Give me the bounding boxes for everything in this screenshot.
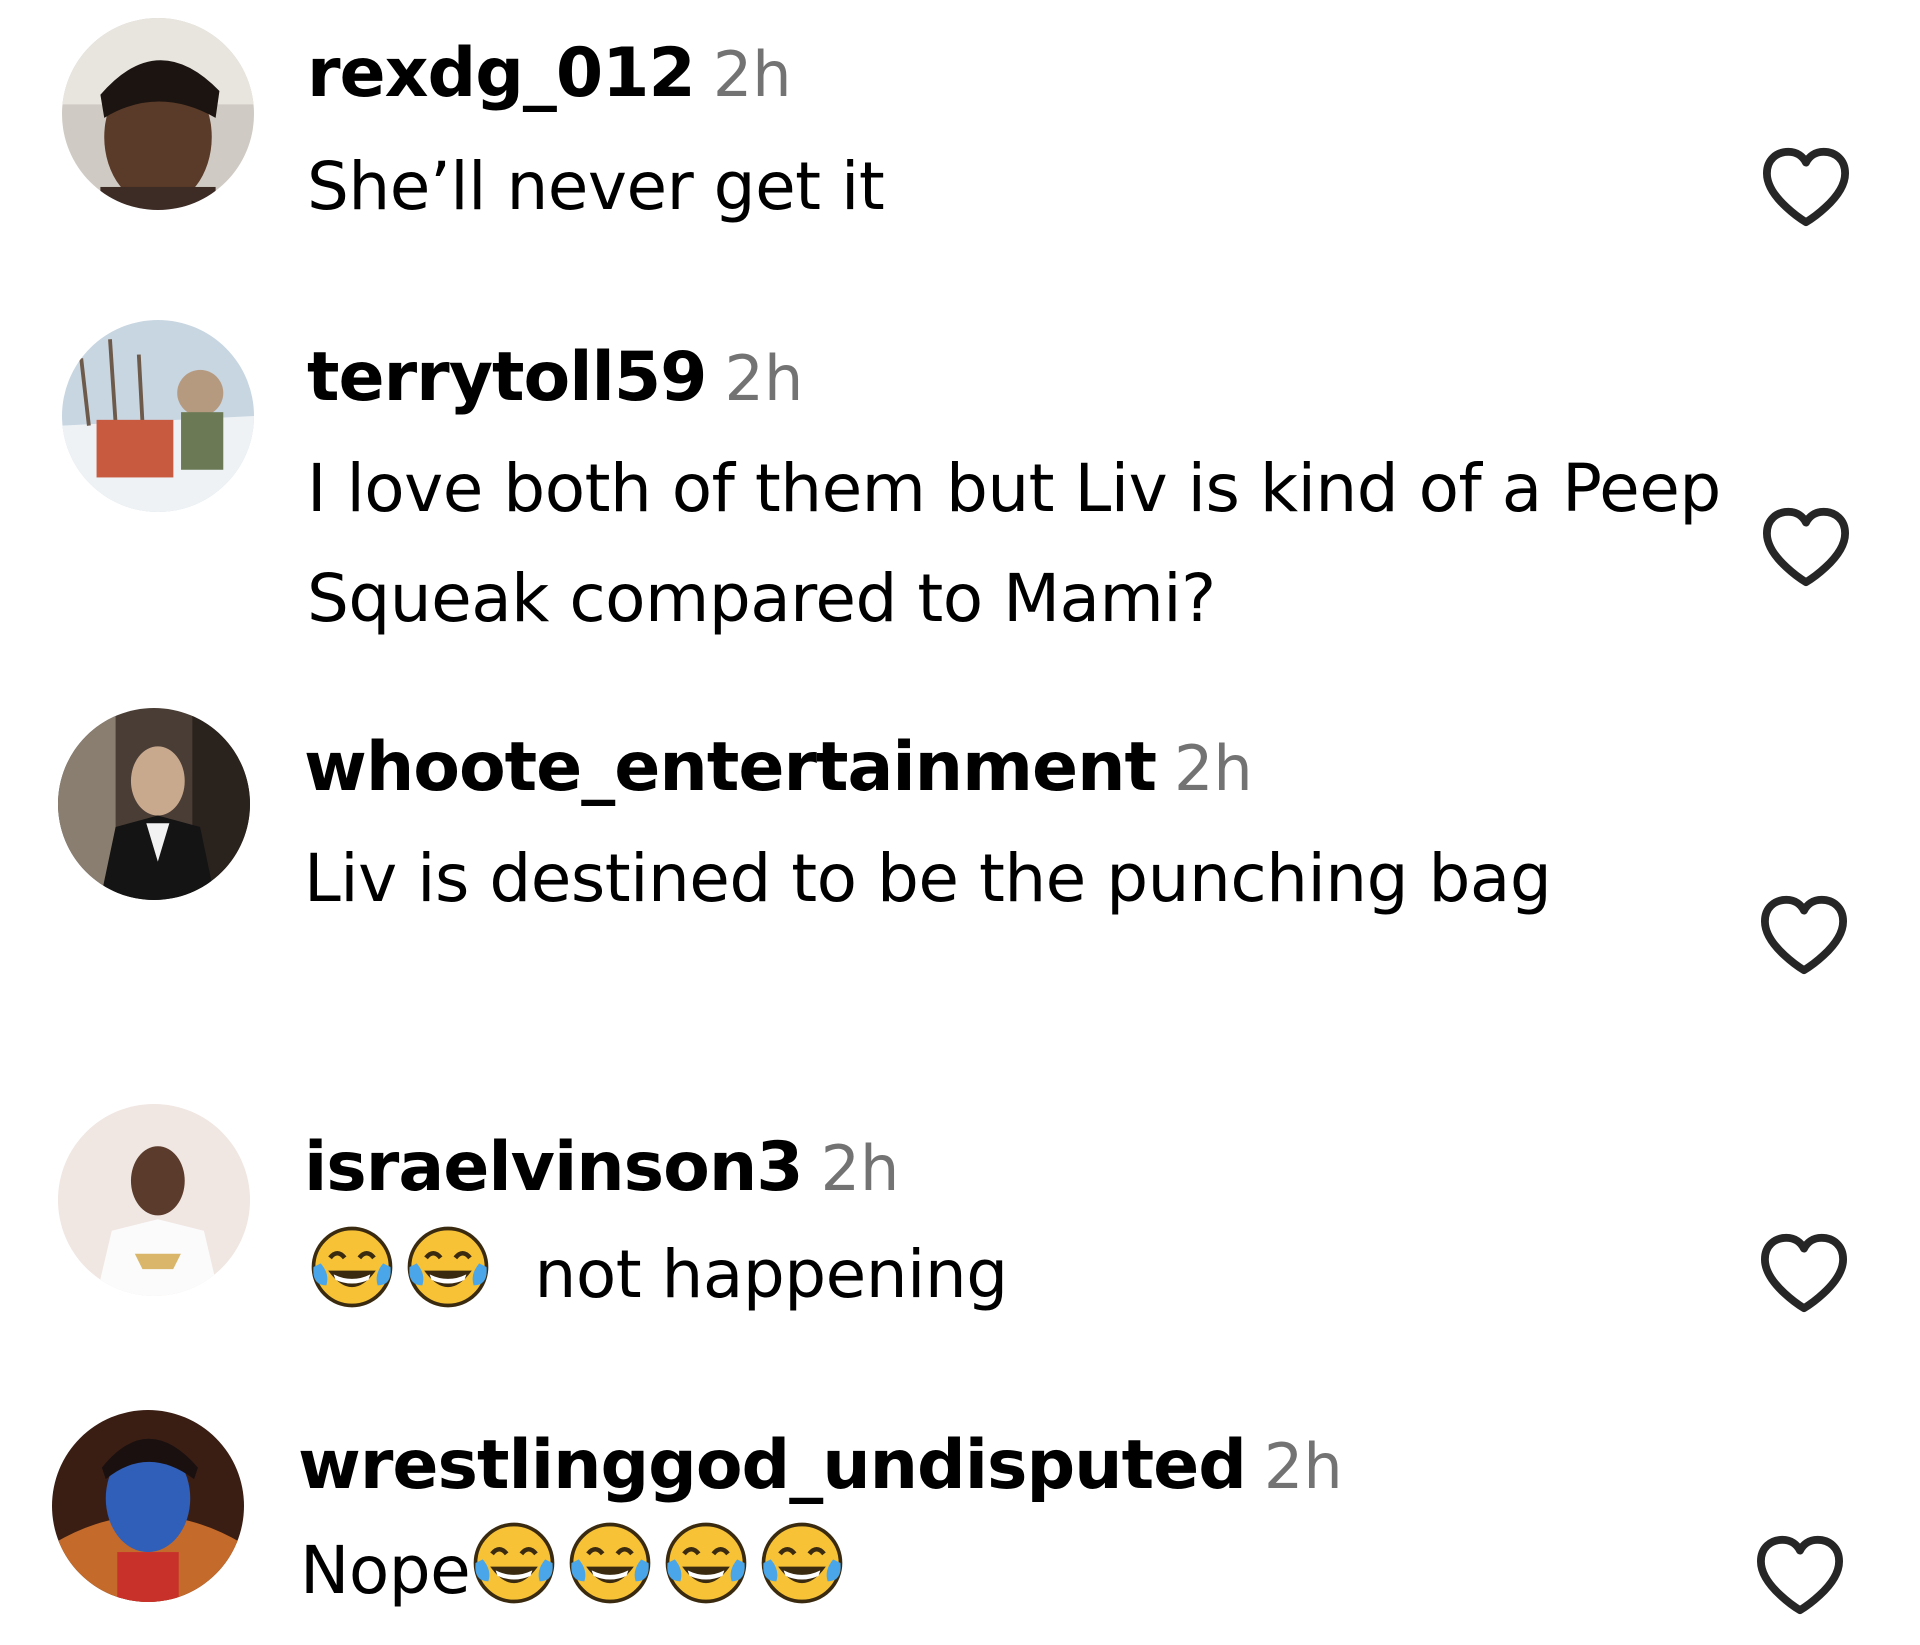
tears-of-joy-emoji-icon (662, 1519, 750, 1607)
comment-text: I love both of them but Liv is kind of a… (307, 434, 1727, 654)
avatar[interactable] (58, 1104, 250, 1296)
tears-of-joy-emoji-icon (470, 1519, 558, 1607)
comment-body: Liv is destined to be the punching bag (304, 840, 1552, 917)
timestamp[interactable]: 2h (725, 342, 804, 415)
avatar[interactable] (62, 18, 254, 210)
comment-header: wrestlinggod_undisputed 2h (298, 1432, 1343, 1500)
username-link[interactable]: israelvinson3 (304, 1128, 804, 1207)
username-link[interactable]: whoote_entertainment (304, 728, 1157, 807)
comment-text: Nope (300, 1516, 1720, 1626)
like-button[interactable] (1758, 144, 1854, 230)
heart-outline-icon (1762, 147, 1849, 227)
heart-outline-icon (1760, 895, 1847, 975)
comment-body: I love both of them but Liv is kind of a… (307, 450, 1721, 637)
heart-outline-icon (1762, 507, 1849, 587)
like-button[interactable] (1756, 892, 1852, 978)
like-button[interactable] (1752, 1532, 1848, 1618)
tears-of-joy-emoji-icon (308, 1223, 396, 1311)
tears-of-joy-emoji-icon (404, 1223, 492, 1311)
heart-outline-icon (1760, 1233, 1847, 1313)
comment-item: rexdg_012 2h She’ll never get it (0, 0, 1920, 260)
like-button[interactable] (1756, 1230, 1852, 1316)
comment-item: israelvinson3 2h not happening (0, 1090, 1920, 1370)
timestamp[interactable]: 2h (1174, 732, 1253, 805)
timestamp[interactable]: 2h (1264, 1430, 1343, 1503)
username-link[interactable]: rexdg_012 (307, 34, 696, 113)
tears-of-joy-emoji-icon (758, 1519, 846, 1607)
comment-body: She’ll never get it (307, 148, 885, 225)
comment-item: whoote_entertainment 2h Liv is destined t… (0, 690, 1920, 1080)
comment-header: terrytoll59 2h (307, 344, 803, 412)
username-link[interactable]: wrestlinggod_undisputed (298, 1426, 1247, 1505)
comment-item: wrestlinggod_undisputed 2h Nope (0, 1390, 1920, 1645)
comment-body: not happening (534, 1236, 1008, 1313)
comment-text: not happening (308, 1220, 1728, 1330)
comment-text: She’ll never get it (307, 132, 1727, 242)
username-link[interactable]: terrytoll59 (307, 338, 707, 417)
comment-header: israelvinson3 2h (304, 1134, 899, 1202)
timestamp[interactable]: 2h (821, 1132, 900, 1205)
comment-header: whoote_entertainment 2h (304, 734, 1253, 802)
tears-of-joy-emoji-icon (566, 1519, 654, 1607)
heart-outline-icon (1756, 1535, 1843, 1615)
comment-body: Nope (300, 1532, 471, 1609)
avatar[interactable] (52, 1410, 244, 1602)
timestamp[interactable]: 2h (713, 38, 792, 111)
avatar[interactable] (58, 708, 250, 900)
avatar[interactable] (62, 320, 254, 512)
comment-header: rexdg_012 2h (307, 40, 792, 108)
comment-item: terrytoll59 2h I love both of them but Li… (0, 300, 1920, 660)
comment-text: Liv is destined to be the punching bag (304, 824, 1604, 934)
like-button[interactable] (1758, 504, 1854, 590)
